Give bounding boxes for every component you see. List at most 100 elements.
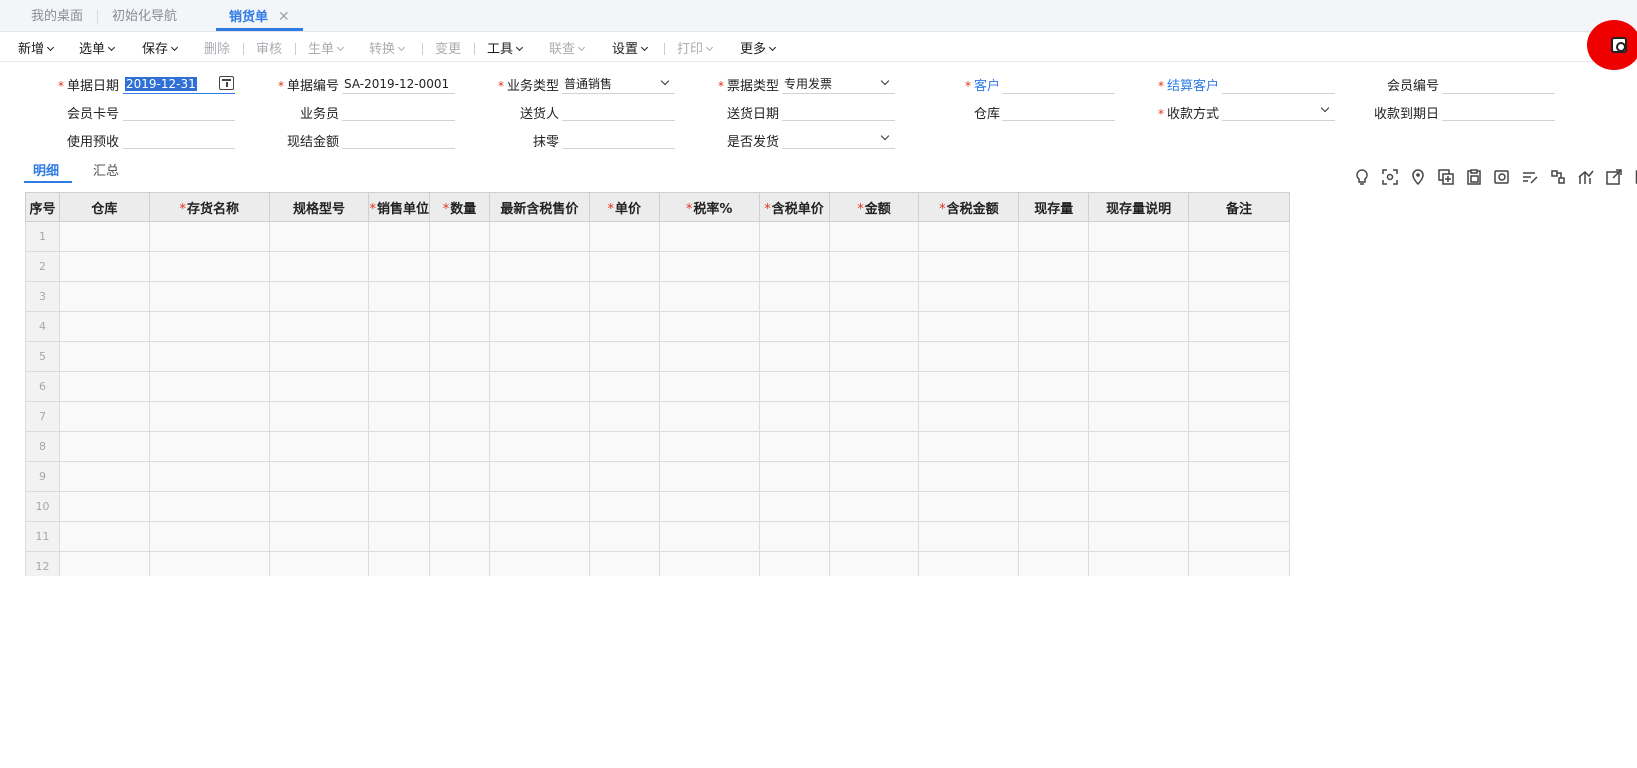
biz-type-select[interactable]: 普通销售 <box>562 74 675 94</box>
grid-cell[interactable] <box>918 491 1020 522</box>
grid-cell[interactable] <box>1188 431 1290 462</box>
location-icon[interactable] <box>1409 168 1427 186</box>
grid-cell[interactable] <box>1088 341 1190 372</box>
grid-cell[interactable] <box>1088 281 1190 312</box>
tab-detail[interactable]: 明细 <box>33 160 59 179</box>
pay-method-select[interactable] <box>1222 101 1335 121</box>
grid-cell[interactable] <box>828 251 920 282</box>
grid-cell[interactable] <box>58 281 150 312</box>
grid-cell[interactable] <box>588 401 660 432</box>
grid-cell[interactable] <box>368 521 430 552</box>
grid-cell[interactable] <box>1018 221 1090 252</box>
grid-cell[interactable] <box>1018 491 1090 522</box>
grid-cell[interactable] <box>428 491 490 522</box>
grid-cell[interactable] <box>488 551 590 576</box>
grid-cell[interactable] <box>658 551 760 576</box>
grid-header-cell[interactable]: 规格型号 <box>268 192 370 222</box>
convert-button[interactable]: 转换 <box>369 38 406 57</box>
delivery-date-field[interactable] <box>782 101 895 121</box>
grid-header-cell[interactable]: *单价 <box>588 192 660 222</box>
grid-cell[interactable] <box>148 431 270 462</box>
member-no-field[interactable] <box>1442 74 1555 94</box>
grid-cell[interactable] <box>1188 341 1290 372</box>
print-button[interactable]: 打印 <box>677 38 714 57</box>
link-query-button[interactable]: 联查 <box>549 38 586 57</box>
grid-header-cell[interactable]: *存货名称 <box>148 192 270 222</box>
grid-cell[interactable] <box>828 431 920 462</box>
grid-cell[interactable] <box>488 401 590 432</box>
grid-cell[interactable] <box>1018 401 1090 432</box>
grid-cell[interactable] <box>918 341 1020 372</box>
settings-button[interactable]: 设置 <box>612 38 649 57</box>
grid-header-cell[interactable]: *税率% <box>658 192 760 222</box>
grid-cell[interactable] <box>588 521 660 552</box>
grid-cell[interactable] <box>368 551 430 576</box>
doc-no-field[interactable]: SA-2019-12-0001 <box>342 74 455 94</box>
grid-cell[interactable] <box>758 281 830 312</box>
grid-cell[interactable] <box>658 251 760 282</box>
grid-cell[interactable] <box>488 521 590 552</box>
grid-cell[interactable] <box>148 341 270 372</box>
grid-cell[interactable] <box>268 491 370 522</box>
grid-cell[interactable] <box>828 281 920 312</box>
grid-cell[interactable] <box>58 461 150 492</box>
grid-cell[interactable] <box>1018 551 1090 576</box>
grid-header-cell[interactable]: 备注 <box>1188 192 1290 222</box>
invoice-type-select[interactable]: 专用发票 <box>782 74 895 94</box>
grid-cell[interactable] <box>1088 401 1190 432</box>
grid-header-cell[interactable]: 现存量 <box>1018 192 1090 222</box>
grid-header-cell[interactable]: 现存量说明 <box>1088 192 1190 222</box>
grid-cell[interactable] <box>428 431 490 462</box>
grid-cell[interactable] <box>58 431 150 462</box>
grid-cell[interactable] <box>1188 281 1290 312</box>
grid-cell[interactable] <box>58 491 150 522</box>
grid-header-cell[interactable]: 最新含税售价 <box>488 192 590 222</box>
grid-cell[interactable] <box>828 371 920 402</box>
grid-cell[interactable] <box>918 431 1020 462</box>
grid-cell[interactable] <box>1188 491 1290 522</box>
grid-cell[interactable] <box>588 461 660 492</box>
grid-cell[interactable] <box>148 401 270 432</box>
grid-cell[interactable] <box>918 281 1020 312</box>
grid-cell[interactable] <box>1188 551 1290 576</box>
grid-cell[interactable] <box>1188 521 1290 552</box>
grid-cell[interactable] <box>588 341 660 372</box>
grid-cell[interactable] <box>588 371 660 402</box>
grid-cell[interactable] <box>58 401 150 432</box>
grid-cell[interactable] <box>428 551 490 576</box>
grid-cell[interactable] <box>828 551 920 576</box>
grid-cell[interactable] <box>488 371 590 402</box>
grid-cell[interactable] <box>1018 521 1090 552</box>
grid-cell[interactable] <box>658 371 760 402</box>
settle-customer-field[interactable] <box>1222 74 1335 94</box>
grid-cell[interactable] <box>758 431 830 462</box>
grid-cell[interactable] <box>1088 431 1190 462</box>
grid-cell[interactable] <box>58 251 150 282</box>
grid-cell[interactable] <box>488 221 590 252</box>
grid-header-cell[interactable]: *数量 <box>428 192 490 222</box>
grid-cell[interactable] <box>1188 251 1290 282</box>
grid-cell[interactable] <box>658 311 760 342</box>
grid-cell[interactable] <box>488 281 590 312</box>
grid-cell[interactable] <box>58 311 150 342</box>
grid-header-cell[interactable]: 序号 <box>25 192 60 222</box>
grid-cell[interactable] <box>268 521 370 552</box>
grid-cell[interactable] <box>588 431 660 462</box>
grid-cell[interactable] <box>1188 461 1290 492</box>
grid-cell[interactable] <box>268 341 370 372</box>
grid-cell[interactable] <box>758 461 830 492</box>
grid-cell[interactable] <box>588 221 660 252</box>
grid-cell[interactable] <box>1018 311 1090 342</box>
grid-cell[interactable] <box>268 461 370 492</box>
grid-cell[interactable] <box>758 551 830 576</box>
member-card-field[interactable] <box>123 101 235 121</box>
grid-cell[interactable] <box>758 491 830 522</box>
grid-cell[interactable] <box>828 221 920 252</box>
grid-cell[interactable] <box>588 251 660 282</box>
more-icon[interactable] <box>1630 168 1637 186</box>
grid-cell[interactable] <box>918 221 1020 252</box>
grid-cell[interactable] <box>268 431 370 462</box>
grid-cell[interactable] <box>658 521 760 552</box>
add-row-icon[interactable] <box>1437 168 1455 186</box>
grid-cell[interactable] <box>828 311 920 342</box>
